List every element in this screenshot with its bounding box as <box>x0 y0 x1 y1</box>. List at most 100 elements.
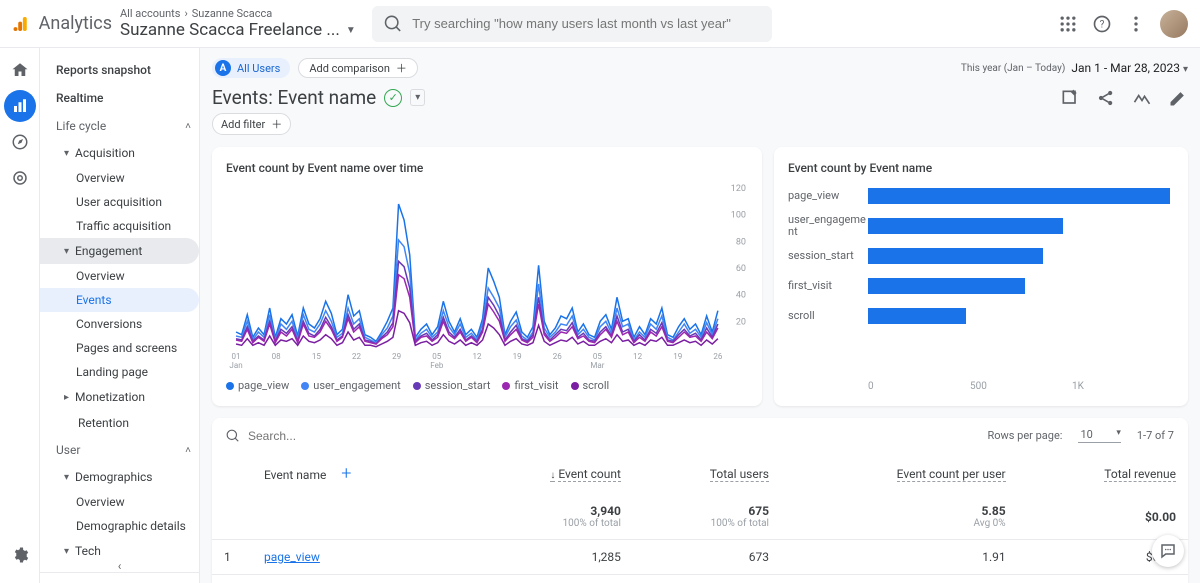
avatar[interactable] <box>1160 10 1188 38</box>
sort-desc-icon: ↓ <box>550 470 555 482</box>
sidebar-traffic-acquisition[interactable]: Traffic acquisition <box>40 214 199 238</box>
analytics-logo-icon <box>12 14 31 34</box>
sidebar-acq-overview[interactable]: Overview <box>40 166 199 190</box>
rail-home[interactable] <box>4 54 36 86</box>
chevron-down-icon: ▼ <box>346 25 356 36</box>
col-count-per-user[interactable]: Event count per user <box>897 467 1006 482</box>
apps-icon[interactable] <box>1058 14 1078 34</box>
line-chart-title: Event count by Event name over time <box>226 161 748 175</box>
col-total-revenue[interactable]: Total revenue <box>1104 467 1176 482</box>
svg-text:Feb: Feb <box>430 361 444 370</box>
svg-text:40: 40 <box>736 291 746 301</box>
svg-text:120: 120 <box>731 184 746 194</box>
svg-text:19: 19 <box>513 352 522 361</box>
rows-per-page-label: Rows per page: <box>987 429 1062 442</box>
svg-text:05: 05 <box>432 352 442 361</box>
svg-text:60: 60 <box>736 264 746 274</box>
rows-per-page-select[interactable]: 10 <box>1078 428 1120 443</box>
chat-bubble-icon <box>1159 542 1177 560</box>
bar-chart-axis: 05001K <box>868 381 1174 392</box>
more-vert-icon[interactable] <box>1126 14 1146 34</box>
customize-report-icon[interactable] <box>1060 88 1080 108</box>
sidebar-demo-details[interactable]: Demographic details <box>40 514 199 538</box>
svg-text:80: 80 <box>736 237 746 247</box>
sidebar-group-user[interactable]: User˄ <box>40 436 199 464</box>
verified-icon[interactable]: ✓ <box>384 89 402 107</box>
svg-text:29: 29 <box>392 352 401 361</box>
share-icon[interactable] <box>1096 88 1116 108</box>
sidebar-reports-snapshot[interactable]: Reports snapshot <box>40 56 199 84</box>
svg-text:26: 26 <box>713 352 723 361</box>
svg-text:19: 19 <box>673 352 682 361</box>
chevron-down-icon[interactable]: ▾ <box>410 89 425 106</box>
sidebar-user-acquisition[interactable]: User acquisition <box>40 190 199 214</box>
add-comparison-button[interactable]: Add comparison＋ <box>298 58 418 78</box>
help-icon[interactable]: ? <box>1092 14 1112 34</box>
rail-reports[interactable] <box>4 90 36 122</box>
rail-admin[interactable] <box>4 539 36 571</box>
date-context: This year (Jan – Today) <box>961 63 1065 74</box>
bar-chart: page_viewuser_engagementsession_startfir… <box>788 183 1174 381</box>
sidebar-demo-overview[interactable]: Overview <box>40 490 199 514</box>
feedback-button[interactable] <box>1152 535 1184 567</box>
svg-text:26: 26 <box>553 352 563 361</box>
sidebar-landing-page[interactable]: Landing page <box>40 360 199 384</box>
page-title: Events: Event name <box>212 86 376 109</box>
sidebar-conversions[interactable]: Conversions <box>40 312 199 336</box>
caret-right-icon: ▸ <box>64 392 69 403</box>
rail-explore[interactable] <box>4 126 36 158</box>
sidebar-events[interactable]: Events <box>40 288 199 312</box>
table-row[interactable]: 1page_view1,2856731.91$0.00 <box>212 540 1188 575</box>
event-link[interactable]: page_view <box>264 550 320 564</box>
home-icon <box>11 61 29 79</box>
table-search-input[interactable] <box>248 429 979 443</box>
breadcrumb-all: All accounts <box>120 7 180 20</box>
sidebar-engagement[interactable]: ▾Engagement <box>40 238 199 264</box>
svg-text:Mar: Mar <box>590 361 604 370</box>
svg-text:22: 22 <box>352 352 362 361</box>
edit-icon[interactable] <box>1168 88 1188 108</box>
sidebar-monetization[interactable]: ▸Monetization <box>40 384 199 410</box>
sidebar-group-lifecycle[interactable]: Life cycle˄ <box>40 112 199 140</box>
bar-chart-card: Event count by Event name page_viewuser_… <box>774 147 1188 406</box>
col-event-count[interactable]: Event count <box>558 467 621 482</box>
rail-advertising[interactable] <box>4 162 36 194</box>
add-dimension-button[interactable]: + <box>341 463 351 484</box>
svg-text:Jan: Jan <box>229 361 242 370</box>
caret-down-icon: ▾ <box>64 546 69 557</box>
breadcrumb-account: Suzanne Scacca <box>192 7 273 20</box>
sidebar-realtime[interactable]: Realtime <box>40 84 199 112</box>
sidebar-eng-overview[interactable]: Overview <box>40 264 199 288</box>
sidebar-pages-screens[interactable]: Pages and screens <box>40 336 199 360</box>
svg-text:12: 12 <box>633 352 643 361</box>
bar-chart-title: Event count by Event name <box>788 161 1174 175</box>
product-name: Analytics <box>39 13 112 34</box>
sidebar-demographics[interactable]: ▾Demographics <box>40 464 199 490</box>
svg-text:?: ? <box>1100 19 1105 30</box>
sidebar-collapse[interactable]: ‹ <box>40 559 199 573</box>
svg-text:08: 08 <box>272 352 282 361</box>
svg-text:01: 01 <box>232 352 241 361</box>
search-input[interactable] <box>412 16 760 31</box>
project-name: Suzanne Scacca Freelance ... <box>120 20 340 40</box>
search-icon <box>384 14 402 34</box>
sidebar-retention[interactable]: Retention <box>40 410 199 436</box>
svg-text:12: 12 <box>472 352 482 361</box>
table-row[interactable]: 2user_engagement8292942.84$0.00 <box>212 575 1188 583</box>
table-range: 1-7 of 7 <box>1137 429 1174 442</box>
caret-down-icon: ▾ <box>64 246 69 257</box>
segment-all-users[interactable]: AAll Users <box>212 58 290 78</box>
project-selector[interactable]: All accounts › Suzanne Scacca Suzanne Sc… <box>120 7 356 40</box>
sidebar-acquisition[interactable]: ▾Acquisition <box>40 140 199 166</box>
reports-icon <box>11 97 29 115</box>
col-total-users[interactable]: Total users <box>710 467 769 482</box>
explore-icon <box>11 133 29 151</box>
svg-text:15: 15 <box>312 352 322 361</box>
add-filter-button[interactable]: Add filter＋ <box>212 113 291 135</box>
search-icon <box>226 429 240 443</box>
target-icon <box>11 169 29 187</box>
global-search[interactable] <box>372 6 772 42</box>
insights-icon[interactable] <box>1132 88 1152 108</box>
col-event-name[interactable]: Event name <box>264 468 326 482</box>
date-range-picker[interactable]: Jan 1 - Mar 28, 2023 ▾ <box>1071 61 1188 75</box>
